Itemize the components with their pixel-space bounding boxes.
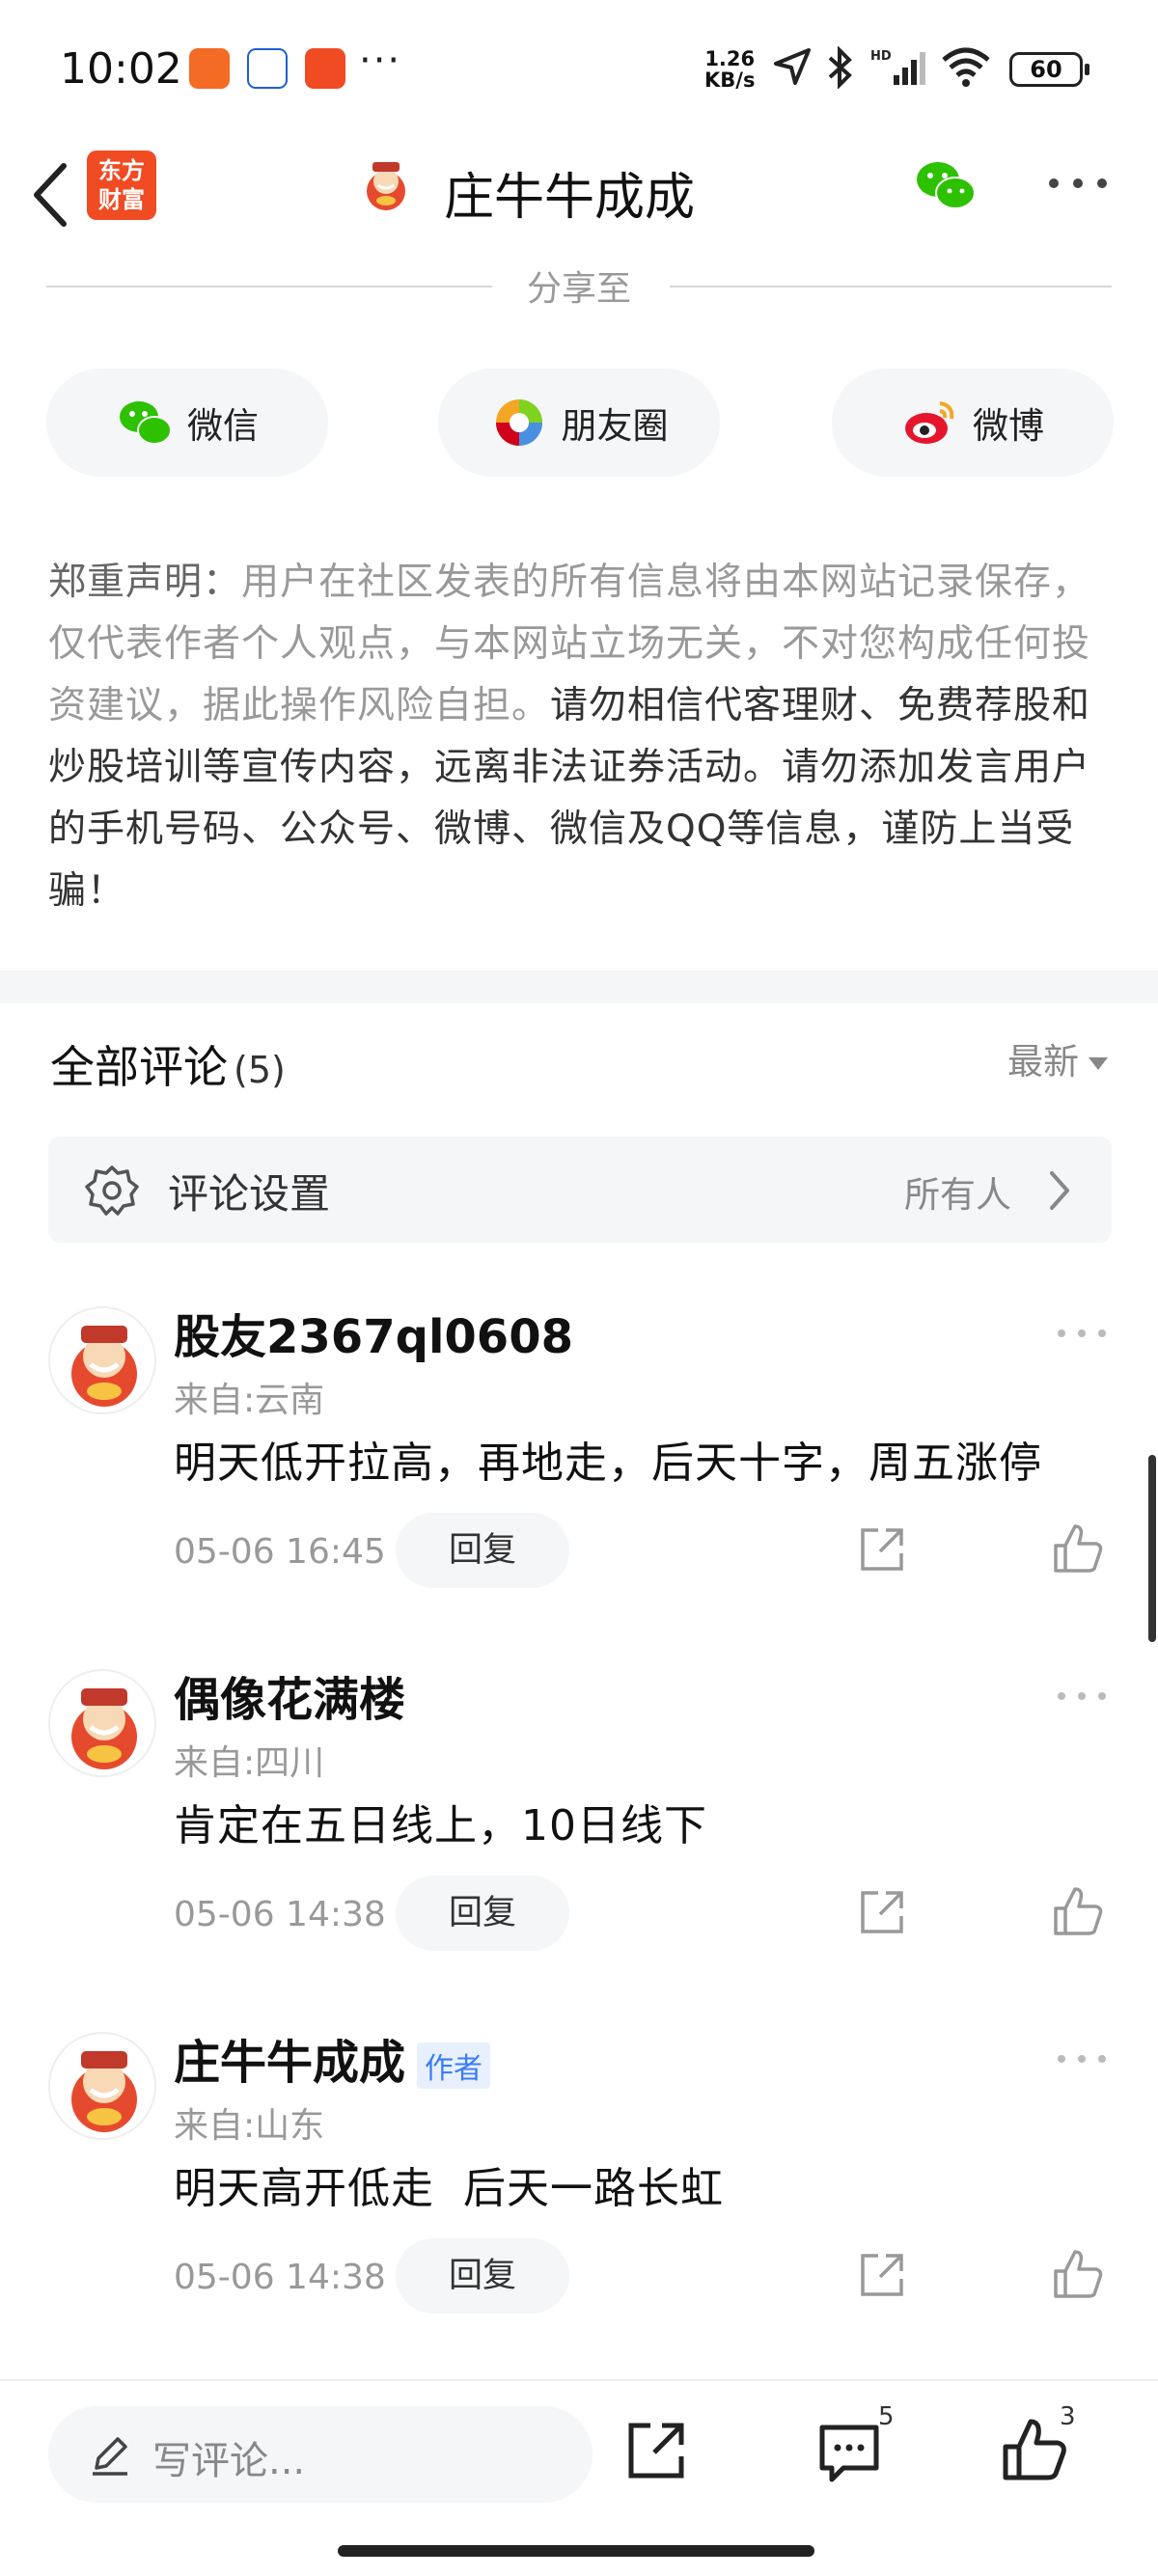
like-count-badge: 3 [1060, 2402, 1076, 2431]
share-moments-button[interactable]: 朋友圈 [438, 369, 720, 477]
share-wechat-label: 微信 [187, 405, 259, 447]
thumbs-up-icon[interactable] [1052, 2248, 1104, 2300]
avatar[interactable] [48, 2032, 156, 2140]
location-icon [774, 48, 811, 85]
app-notification-icon [305, 48, 345, 89]
share-icon[interactable] [857, 2250, 907, 2300]
cellular-signal-icon: HD [870, 49, 925, 85]
moments-icon [495, 399, 542, 446]
share-icon[interactable] [625, 2420, 687, 2481]
wechat-share-icon[interactable] [913, 156, 979, 214]
share-icon[interactable] [857, 1524, 907, 1575]
write-comment-placeholder: 写评论... [152, 2439, 306, 2483]
comment-location: 来自:四川 [174, 1743, 325, 1783]
share-moments-label: 朋友圈 [561, 405, 669, 447]
comments-heading: 全部评论 (5) [50, 1041, 286, 1093]
svg-text:HD: HD [870, 49, 892, 64]
comment-settings-value: 所有人 [904, 1174, 1011, 1216]
author-avatar[interactable] [357, 156, 415, 214]
comment-text: 肯定在五日线上，10日线下 [174, 1801, 707, 1850]
pencil-icon [93, 2437, 127, 2476]
comment-location: 来自:云南 [174, 1381, 325, 1420]
reply-button[interactable]: 回复 [396, 1876, 569, 1951]
battery-indicator: 60 [1009, 52, 1089, 87]
wifi-icon [942, 47, 990, 87]
wechat-icon [120, 401, 172, 445]
page-title: 庄牛牛成成 [444, 169, 696, 227]
network-speed: 1.26 KB/s [704, 47, 756, 92]
comment-more-icon[interactable] [1056, 2049, 1108, 2069]
comment-timestamp: 05-06 16:45 [174, 1532, 386, 1572]
comment-text: 明天高开低走 后天一路长虹 [174, 2164, 724, 2213]
eastmoney-logo: 东方 财富 [87, 151, 156, 220]
bottom-action-bar: 写评论... 5 3 [0, 2379, 1158, 2576]
comment-item: 偶像花满楼 来自:四川 肯定在五日线上，10日线下 05-06 14:38 回复 [0, 1661, 1158, 1970]
comment-item: 庄牛牛成成 作者 来自:山东 明天高开低走 后天一路长虹 05-06 14:38 … [0, 2024, 1158, 2333]
more-options-icon[interactable] [1044, 164, 1112, 203]
sort-dropdown[interactable]: 最新 [1007, 1032, 1108, 1084]
avatar[interactable] [48, 1306, 156, 1414]
section-separator [0, 971, 1158, 1003]
more-notifications-icon: ··· [359, 39, 402, 83]
comment-timestamp: 05-06 14:38 [174, 1895, 386, 1934]
weibo-icon [905, 401, 954, 444]
comment-icon[interactable] [816, 2420, 882, 2485]
comment-settings-label: 评论设置 [168, 1170, 331, 1218]
bluetooth-icon [828, 46, 852, 89]
comment-author-name[interactable]: 股友2367ql0608 [174, 1299, 573, 1366]
share-divider: 分享至 [46, 260, 1112, 313]
thumbs-up-icon[interactable] [1052, 1885, 1104, 1937]
comment-text: 明天低开拉高，再地走，后天十字，周五涨停 [174, 1439, 1042, 1488]
share-wechat-button[interactable]: 微信 [46, 369, 328, 477]
thumbs-up-icon[interactable] [1052, 1522, 1104, 1575]
home-indicator[interactable] [338, 2545, 814, 2557]
scrollbar[interactable] [1148, 1455, 1156, 1642]
app-notification-icon [189, 48, 230, 89]
comment-location: 来自:山东 [174, 2106, 325, 2146]
chevron-right-icon [1050, 1171, 1069, 1210]
comment-more-icon[interactable] [1056, 1324, 1108, 1343]
comment-item: 股友2367ql0608 来自:云南 明天低开拉高，再地走，后天十字，周五涨停 … [0, 1299, 1158, 1607]
status-bar: 10:02 ··· 1.26 KB/s HD 60 [0, 0, 1158, 135]
reply-button[interactable]: 回复 [396, 1513, 569, 1588]
comment-count-badge: 5 [878, 2402, 895, 2431]
disclaimer-text: 郑重声明：用户在社区发表的所有信息将由本网站记录保存，仅代表作者个人观点，与本网… [48, 561, 1091, 913]
top-navigation-bar: 东方 财富 庄牛牛成成 [0, 135, 1158, 260]
share-weibo-label: 微博 [973, 405, 1044, 447]
write-comment-input[interactable]: 写评论... [48, 2406, 593, 2503]
reply-button[interactable]: 回复 [396, 2238, 569, 2314]
back-button[interactable] [21, 156, 89, 233]
comment-timestamp: 05-06 14:38 [174, 2258, 386, 2297]
app-notification-icon [247, 48, 288, 89]
share-label: 分享至 [526, 269, 631, 309]
gear-icon [85, 1165, 139, 1216]
comment-settings-row[interactable]: 评论设置 所有人 [48, 1137, 1112, 1243]
dropdown-arrow-icon [1089, 1057, 1108, 1070]
share-weibo-button[interactable]: 微博 [832, 369, 1114, 477]
comment-author-name[interactable]: 庄牛牛成成 作者 [174, 2024, 491, 2092]
comment-more-icon[interactable] [1056, 1686, 1108, 1706]
author-badge: 作者 [417, 2042, 491, 2089]
share-icon[interactable] [857, 1887, 907, 1937]
thumbs-up-icon[interactable] [1002, 2418, 1067, 2483]
comment-author-name[interactable]: 偶像花满楼 [174, 1661, 405, 1729]
status-time: 10:02 [60, 44, 182, 94]
avatar[interactable] [48, 1669, 156, 1777]
comments-count: (5) [234, 1049, 286, 1091]
